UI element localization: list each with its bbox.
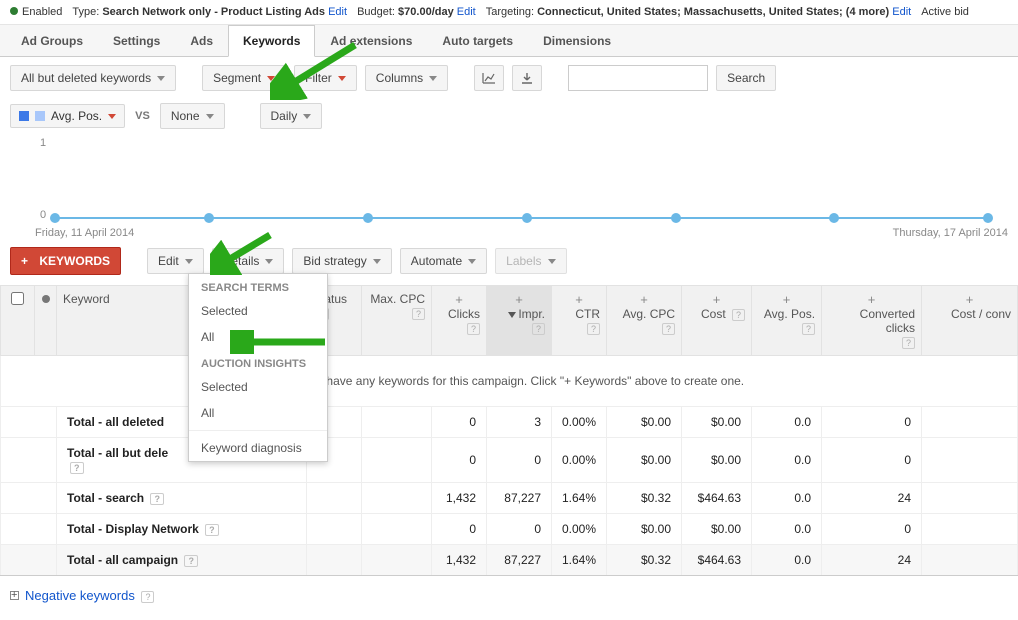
total-row-deleted: Total - all deleted030.00%$0.00$0.000.00 — [1, 407, 1018, 438]
chart-point — [829, 213, 839, 223]
edit-type-link[interactable]: Edit — [328, 6, 347, 18]
details-menu-item-auction-all[interactable]: All — [189, 400, 327, 426]
col-clicks[interactable]: +Clicks? — [432, 286, 487, 356]
campaign-info-bar: Enabled Type: Search Network only - Prod… — [0, 0, 1018, 24]
search-input[interactable] — [568, 65, 708, 91]
primary-metric-chip[interactable]: Avg. Pos. — [10, 104, 125, 128]
vs-label: VS — [135, 110, 150, 122]
edit-targeting-link[interactable]: Edit — [892, 6, 911, 18]
chevron-down-icon — [303, 114, 311, 119]
columns-dropdown[interactable]: Columns — [365, 65, 448, 91]
download-button[interactable] — [512, 65, 542, 91]
chart-point — [983, 213, 993, 223]
tab-ads[interactable]: Ads — [175, 25, 228, 57]
chevron-down-icon — [265, 259, 273, 264]
chevron-down-icon — [548, 259, 556, 264]
automate-dropdown[interactable]: Automate — [400, 248, 487, 274]
details-dropdown[interactable]: Details — [212, 248, 285, 274]
chevron-down-icon — [267, 76, 275, 81]
chart-point — [363, 213, 373, 223]
granularity-dropdown[interactable]: Daily — [260, 103, 323, 129]
details-menu-item-all[interactable]: All — [189, 324, 327, 350]
active-bid-label: Active bid — [921, 6, 969, 18]
expand-icon — [10, 591, 19, 600]
chart-point — [204, 213, 214, 223]
download-icon — [521, 72, 533, 84]
chevron-down-icon — [157, 76, 165, 81]
col-impr[interactable]: +Impr. ? — [487, 286, 552, 356]
sort-desc-icon — [508, 312, 516, 318]
edit-dropdown[interactable]: Edit — [147, 248, 204, 274]
filter-dropdown[interactable]: Filter — [294, 65, 357, 91]
status-dot-icon — [10, 7, 18, 15]
chevron-down-icon — [108, 114, 116, 119]
search-button[interactable]: Search — [716, 65, 776, 91]
budget-group: Budget: $70.00/day Edit — [357, 6, 476, 18]
type-group: Type: Search Network only - Product List… — [72, 6, 347, 18]
total-row-all-campaign: Total - all campaign ?1,43287,2271.64%$0… — [1, 545, 1018, 576]
targeting-group: Targeting: Connecticut, United States; M… — [486, 6, 911, 18]
details-menu: SEARCH TERMS Selected All AUCTION INSIGH… — [188, 273, 328, 462]
chart-point — [50, 213, 60, 223]
keyword-actions-row: + KEYWORDS Edit Details Bid strategy Aut… — [0, 237, 1018, 285]
labels-dropdown[interactable]: Labels — [495, 248, 566, 274]
compare-metric-dropdown[interactable]: None — [160, 103, 225, 129]
edit-budget-link[interactable]: Edit — [457, 6, 476, 18]
tab-dimensions[interactable]: Dimensions — [528, 25, 626, 57]
col-cost-per-conv[interactable]: +Cost / conv — [922, 286, 1018, 356]
tab-ad-extensions[interactable]: Ad extensions — [315, 25, 427, 57]
chevron-down-icon — [338, 76, 346, 81]
enabled-status: Enabled — [10, 6, 62, 18]
chart-toggle-button[interactable] — [474, 65, 504, 91]
chevron-down-icon — [185, 259, 193, 264]
col-avg-pos[interactable]: +Avg. Pos.? — [752, 286, 822, 356]
tab-ad-groups[interactable]: Ad Groups — [6, 25, 98, 57]
tab-keywords[interactable]: Keywords — [228, 25, 315, 57]
col-max-cpc[interactable]: Max. CPC? — [362, 286, 432, 356]
y-axis-tick: 0 — [40, 209, 46, 221]
details-menu-item-keyword-diagnosis[interactable]: Keyword diagnosis — [189, 435, 327, 461]
keyword-filter-dropdown[interactable]: All but deleted keywords — [10, 65, 176, 91]
chevron-down-icon — [429, 76, 437, 81]
details-menu-heading-auction-insights: AUCTION INSIGHTS — [189, 350, 327, 374]
bid-strategy-dropdown[interactable]: Bid strategy — [292, 248, 391, 274]
details-menu-item-selected[interactable]: Selected — [189, 298, 327, 324]
col-avg-cpc[interactable]: +Avg. CPC ? — [607, 286, 682, 356]
col-cost[interactable]: +Cost ? — [682, 286, 752, 356]
add-keywords-button[interactable]: + KEYWORDS — [10, 247, 121, 275]
total-row-search: Total - search ?1,43287,2271.64%$0.32$46… — [1, 483, 1018, 514]
metric-toolbar: Avg. Pos. VS None Daily — [0, 99, 1018, 137]
chevron-down-icon — [373, 259, 381, 264]
chevron-down-icon — [206, 114, 214, 119]
keywords-table: Keyword Status? Max. CPC? +Clicks? +Impr… — [0, 285, 1018, 576]
select-all-checkbox[interactable] — [11, 292, 24, 305]
y-axis-tick: 1 — [40, 137, 46, 149]
chart-icon — [482, 72, 496, 84]
filter-toolbar: All but deleted keywords Segment Filter … — [0, 57, 1018, 99]
status-column-icon — [42, 295, 50, 303]
chart-point — [522, 213, 532, 223]
chevron-down-icon — [468, 259, 476, 264]
color-swatch-secondary — [35, 111, 45, 121]
total-row-all-but-deleted: Total - all but dele?000.00%$0.00$0.000.… — [1, 438, 1018, 483]
color-swatch-primary — [19, 111, 29, 121]
negative-keywords-toggle[interactable]: Negative keywords ? — [0, 576, 1018, 615]
details-menu-item-auction-selected[interactable]: Selected — [189, 374, 327, 400]
empty-state-row: You don't have any keywords for this cam… — [1, 356, 1018, 407]
tab-settings[interactable]: Settings — [98, 25, 175, 57]
col-ctr[interactable]: +CTR ? — [552, 286, 607, 356]
segment-dropdown[interactable]: Segment — [202, 65, 286, 91]
total-row-display-network: Total - Display Network ?000.00%$0.00$0.… — [1, 514, 1018, 545]
metrics-chart: 1 0 Friday, 11 April 2014 Thursday, 17 A… — [55, 137, 988, 227]
campaign-tabs: Ad Groups Settings Ads Keywords Ad exten… — [0, 24, 1018, 57]
tab-auto-targets[interactable]: Auto targets — [427, 25, 528, 57]
col-converted-clicks[interactable]: +Converted clicks? — [822, 286, 922, 356]
details-menu-heading-search-terms: SEARCH TERMS — [189, 274, 327, 298]
chart-point — [671, 213, 681, 223]
